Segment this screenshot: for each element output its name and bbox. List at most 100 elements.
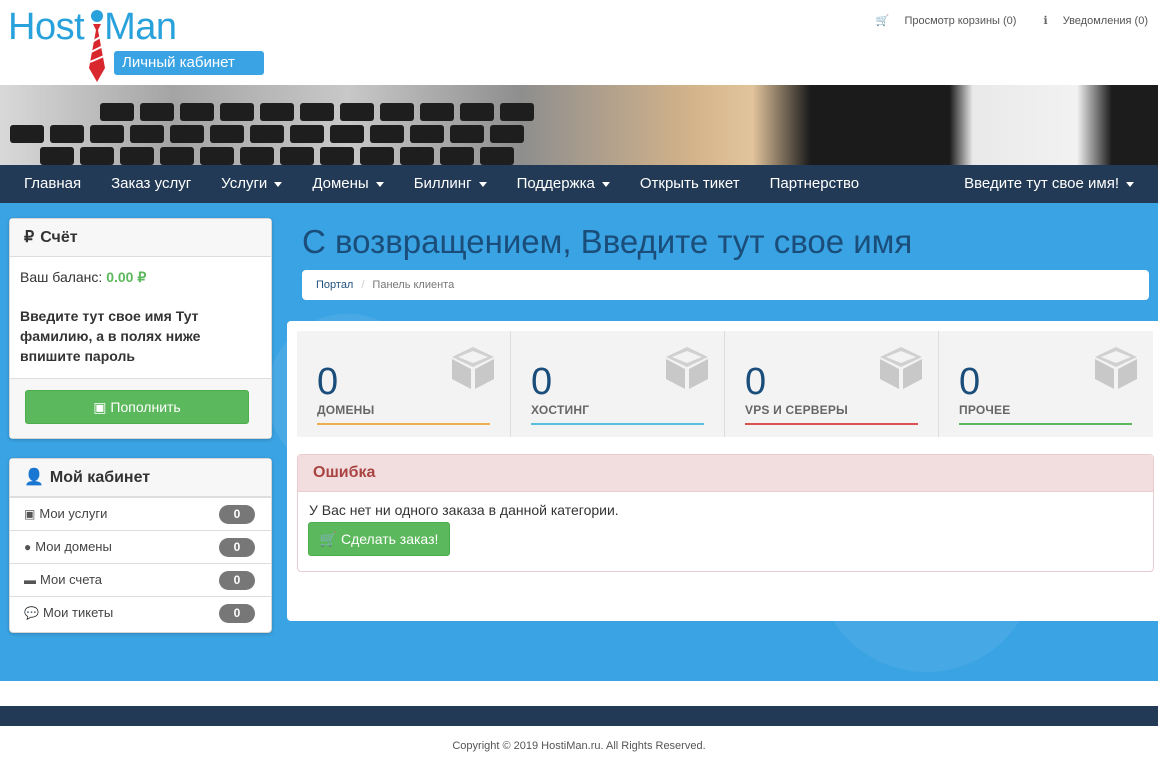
count-badge: 0 xyxy=(219,538,255,557)
logo[interactable]: Host Man Личный кабинет xyxy=(8,4,268,84)
nav-open-ticket-label: Открыть тикет xyxy=(639,175,740,192)
stat-value: 0 xyxy=(317,361,339,403)
cart-icon: 🛒 xyxy=(875,15,890,27)
account-panel: ₽ Счёт Ваш баланс: 0.00 ₽ Введите тут сво… xyxy=(9,218,272,439)
cube-icon xyxy=(666,347,708,389)
stat-value: 0 xyxy=(745,361,767,403)
nav-affiliates[interactable]: Партнерство xyxy=(755,165,875,203)
copyright: Copyright © 2019 HostiMan.ru. All Rights… xyxy=(452,740,706,752)
chevron-down-icon xyxy=(1126,181,1134,187)
cube-icon xyxy=(880,347,922,389)
comments-icon: 💬 xyxy=(24,606,39,620)
chevron-down-icon xyxy=(375,181,384,187)
nav-home-label: Главная xyxy=(24,175,82,192)
cube-icon xyxy=(452,347,494,389)
breadcrumb-separator: / xyxy=(361,279,365,291)
balance-line: Ваш баланс: 0.00 ₽ xyxy=(10,257,271,286)
nav-billing[interactable]: Биллинг xyxy=(399,165,502,203)
count-badge: 0 xyxy=(219,604,255,623)
breadcrumb-home-link[interactable]: Портал xyxy=(316,279,353,291)
stat-label: ПРОЧЕЕ xyxy=(959,403,1011,417)
count-badge: 0 xyxy=(219,505,255,524)
nav-user-menu-label: Введите тут свое имя! xyxy=(964,175,1119,192)
sidebar-item-tickets[interactable]: 💬 Мои тикеты 0 xyxy=(10,596,271,629)
sidebar-item-domains[interactable]: ● Мои домены 0 xyxy=(10,530,271,563)
place-order-button-label: Сделать заказ! xyxy=(340,531,439,547)
page-title: С возвращением, Введите тут свое имя xyxy=(302,223,913,260)
header-banner-image xyxy=(0,85,1158,165)
stat-label: ДОМЕНЫ xyxy=(317,403,375,417)
stat-bar xyxy=(531,423,704,425)
main-navbar: Главная Заказ услуг Услуги Домены Биллин… xyxy=(0,165,1158,203)
account-panel-title-text: Счёт xyxy=(40,229,78,246)
stat-bar xyxy=(745,423,918,425)
stat-value: 0 xyxy=(531,361,553,403)
keyboard-keys-row3 xyxy=(100,103,534,121)
topup-button-label: Пополнить xyxy=(110,399,181,415)
place-order-button[interactable]: 🛒 Сделать заказ! xyxy=(308,522,450,556)
sidebar-item-label: Мои тикеты xyxy=(42,605,114,620)
breadcrumb-current: Панель клиента xyxy=(372,279,455,291)
notifications-link[interactable]: ℹ Уведомления (0) xyxy=(1032,15,1148,27)
nav-domains[interactable]: Домены xyxy=(297,165,398,203)
stat-bar xyxy=(317,423,490,425)
nav-home[interactable]: Главная xyxy=(0,165,96,203)
nav-support-label: Поддержка xyxy=(516,175,595,192)
alert-text: У Вас нет ни одного заказа в данной кате… xyxy=(309,502,619,518)
top-links: 🛒 Просмотр корзины (0) ℹ Уведомления (0) xyxy=(852,14,1148,27)
count-badge: 0 xyxy=(219,571,255,590)
cabinet-badge[interactable]: Личный кабинет xyxy=(114,51,264,75)
cart-link-label: Просмотр корзины (0) xyxy=(904,15,1017,27)
tie-icon xyxy=(89,10,105,82)
keyboard-keys-row2 xyxy=(40,147,514,165)
sidebar-item-label: Мои счета xyxy=(40,572,103,587)
stat-bar xyxy=(959,423,1132,425)
globe-icon: ● xyxy=(24,540,32,554)
stat-domains[interactable]: 0 ДОМЕНЫ xyxy=(297,331,511,437)
account-notice: Введите тут свое имя Тут фамилию, а в по… xyxy=(20,308,201,364)
account-panel-footer: ▣ Пополнить xyxy=(10,378,271,438)
stat-other[interactable]: 0 ПРОЧЕЕ xyxy=(939,331,1153,437)
error-alert: Ошибка У Вас нет ни одного заказа в данн… xyxy=(297,454,1154,572)
money-icon: ▣ xyxy=(93,399,111,415)
stat-label: ХОСТИНГ xyxy=(531,403,590,417)
info-icon: ℹ xyxy=(1043,15,1048,27)
keyboard-keys xyxy=(10,125,524,143)
cart-icon: 🛒 xyxy=(319,531,341,547)
cabinet-panel-title: 👤 Мой кабинет xyxy=(10,459,271,497)
alert-title: Ошибка xyxy=(298,455,1153,492)
balance-label: Ваш баланс: xyxy=(20,269,103,285)
credit-card-icon: ▬ xyxy=(24,573,36,587)
chevron-down-icon xyxy=(274,181,283,187)
nav-services[interactable]: Услуги xyxy=(206,165,297,203)
topup-button[interactable]: ▣ Пополнить xyxy=(25,390,249,424)
nav-services-label: Услуги xyxy=(221,175,268,192)
stat-vps[interactable]: 0 VPS И СЕРВЕРЫ xyxy=(725,331,939,437)
sidebar-item-invoices[interactable]: ▬ Мои счета 0 xyxy=(10,563,271,596)
nav-order[interactable]: Заказ услуг xyxy=(96,165,206,203)
nav-open-ticket[interactable]: Открыть тикет xyxy=(625,165,755,203)
dashboard-main: 0 ДОМЕНЫ 0 ХОСТИНГ 0 VPS И СЕРВЕРЫ 0 ПРО… xyxy=(287,321,1158,621)
nav-order-label: Заказ услуг xyxy=(111,175,192,192)
footer-band xyxy=(0,706,1158,726)
sidebar-item-services[interactable]: ▣ Мои услуги 0 xyxy=(10,497,271,530)
ruble-icon: ₽ xyxy=(24,229,35,246)
cube-icon xyxy=(1095,347,1137,389)
nav-user-menu[interactable]: Введите тут свое имя! xyxy=(949,165,1158,203)
stat-label: VPS И СЕРВЕРЫ xyxy=(745,403,849,417)
chevron-down-icon xyxy=(601,181,610,187)
cube-icon: ▣ xyxy=(24,507,36,521)
stat-value: 0 xyxy=(959,361,981,403)
breadcrumb: Портал / Панель клиента xyxy=(302,270,1149,300)
cart-link[interactable]: 🛒 Просмотр корзины (0) xyxy=(864,15,1017,27)
cabinet-panel: 👤 Мой кабинет ▣ Мои услуги 0 ● Мои домены 0… xyxy=(9,458,272,633)
chevron-down-icon xyxy=(478,181,487,187)
nav-affiliates-label: Партнерство xyxy=(769,175,860,192)
stat-hosting[interactable]: 0 ХОСТИНГ xyxy=(511,331,725,437)
nav-domains-label: Домены xyxy=(312,175,369,192)
sidebar-item-label: Мои услуги xyxy=(39,506,108,521)
nav-support[interactable]: Поддержка xyxy=(502,165,625,203)
balance-value: 0.00 ₽ xyxy=(106,269,147,285)
account-panel-title: ₽ Счёт xyxy=(10,219,271,257)
sidebar-item-label: Мои домены xyxy=(35,539,112,554)
